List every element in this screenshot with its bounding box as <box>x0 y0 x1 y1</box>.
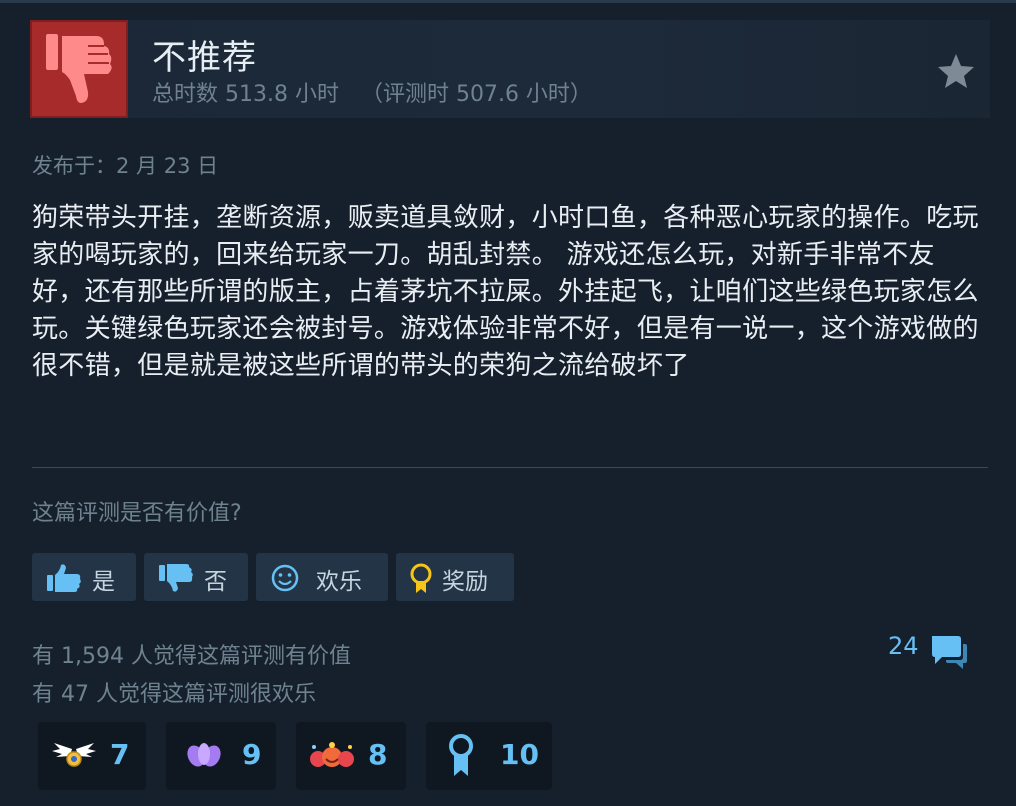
playtime-at-review: （评测时 507.6 小时） <box>360 82 592 107</box>
award-medal-icon <box>410 563 432 593</box>
top-border <box>0 0 1016 3</box>
comment-bubble-icon <box>932 636 967 669</box>
award-button[interactable]: 奖励 <box>396 553 514 601</box>
smiley-icon <box>271 564 299 592</box>
award-label: 奖励 <box>442 569 488 595</box>
award-count: 8 <box>368 738 388 771</box>
award-item[interactable]: 7 <box>38 722 146 790</box>
divider <box>32 467 988 468</box>
playtime-info: 总时数 513.8 小时 （评测时 507.6 小时） <box>152 76 592 108</box>
award-item[interactable]: 8 <box>296 722 406 790</box>
vote-no-label: 否 <box>204 569 227 595</box>
vote-yes-label: 是 <box>92 569 115 595</box>
purple-lotus-icon <box>187 743 221 767</box>
thumbs-up-icon <box>47 564 81 592</box>
posted-date: 发布于：2 月 23 日 <box>32 154 219 178</box>
recommendation-title: 不推荐 <box>152 38 257 78</box>
party-blob-icon <box>310 742 354 767</box>
review-body: 狗荣带头开挂，垄断资源，贩卖道具敛财，小时口鱼，各种恶心玩家的操作。吃玩家的喝玩… <box>32 203 979 381</box>
helpful-count-text: 有 1,594 人觉得这篇评测有价值 <box>32 644 351 669</box>
vote-yes-button[interactable]: 是 <box>32 553 136 601</box>
award-count: 9 <box>242 738 262 771</box>
award-item[interactable]: 10 <box>426 722 552 790</box>
star-icon[interactable] <box>936 52 976 90</box>
vote-funny-label: 欢乐 <box>316 569 362 595</box>
award-count: 10 <box>500 738 539 771</box>
thumbs-down-icon <box>46 34 112 103</box>
helpful-question: 这篇评测是否有价值? <box>32 501 242 526</box>
award-item[interactable]: 9 <box>166 722 276 790</box>
playtime-total: 总时数 513.8 小时 <box>152 82 339 107</box>
thumbs-down-badge <box>30 20 128 118</box>
comment-count: 24 <box>888 632 919 660</box>
vote-no-button[interactable]: 否 <box>144 553 248 601</box>
vote-funny-button[interactable]: 欢乐 <box>256 553 388 601</box>
winged-medal-icon <box>52 743 96 767</box>
ribbon-medal-icon <box>449 734 473 776</box>
review-header: 不推荐 总时数 513.8 小时 （评测时 507.6 小时） <box>30 20 990 118</box>
thumbs-down-icon <box>159 564 193 592</box>
funny-count-text: 有 47 人觉得这篇评测很欢乐 <box>32 682 316 707</box>
award-count: 7 <box>110 738 130 771</box>
